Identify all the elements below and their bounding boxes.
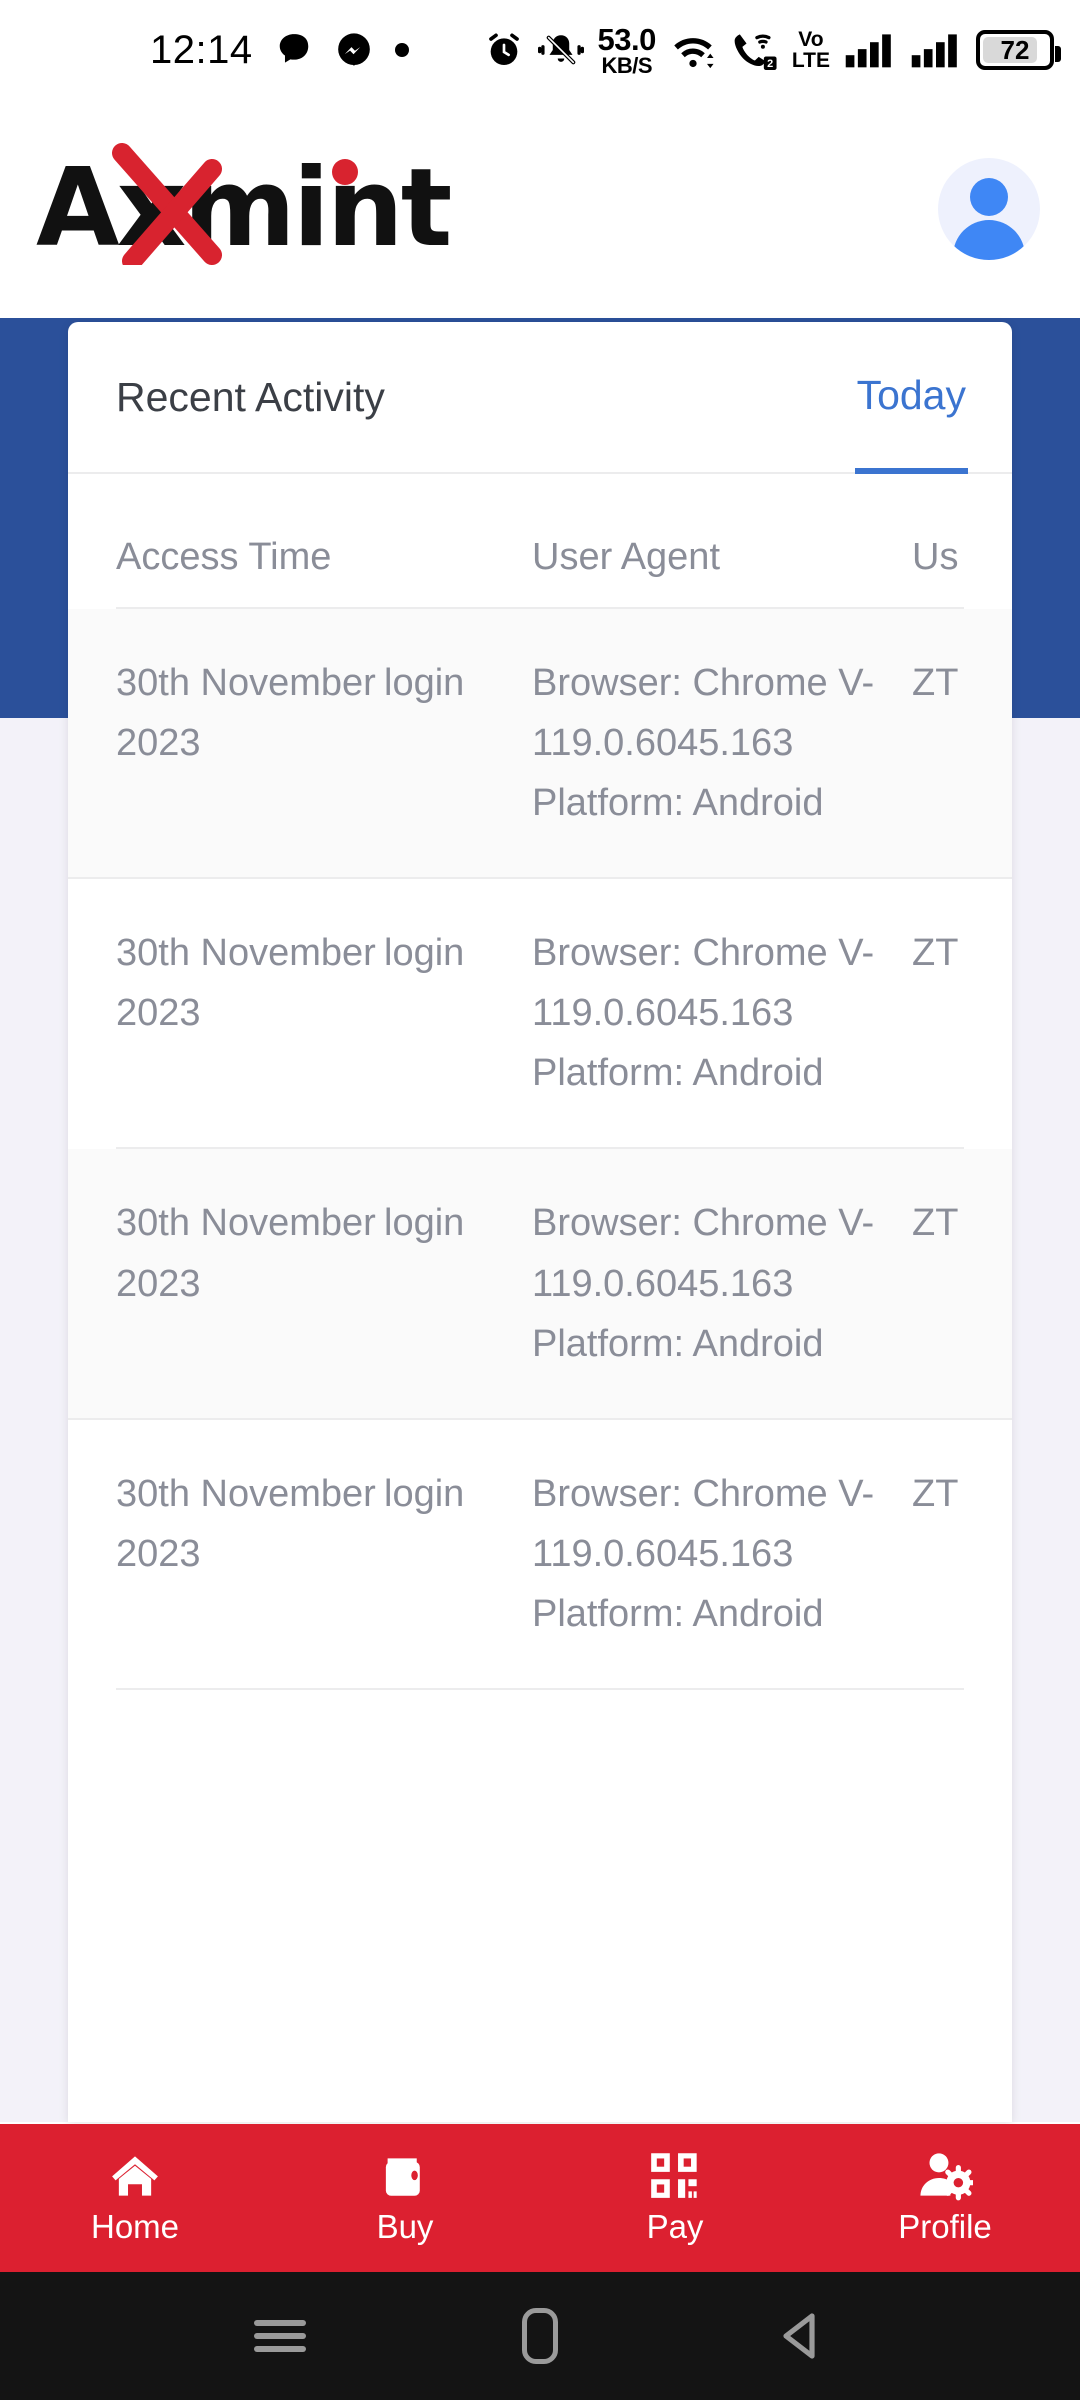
user-gear-icon [917,2150,973,2202]
battery-percent: 72 [1000,34,1030,65]
cell-action: login [384,1472,465,1515]
cell-user-agent: Browser: Chrome V-119.0.6045.163 Platfor… [532,1472,875,1635]
table-row[interactable]: 30th November 2023 login Browser: Chrome… [116,879,964,1150]
cell-user-agent: Browser: Chrome V-119.0.6045.163 Platfor… [532,932,875,1095]
table-header-row: Access Time User Agent Us [116,474,964,610]
table-row[interactable]: 30th November 2023 login Browser: Chrome… [116,1420,964,1690]
bell-muted-icon [537,35,584,65]
volte-icon: Vo LTE [792,29,830,71]
card-header: Recent Activity Today [68,322,1012,474]
logo-dot-icon [332,159,358,185]
table-row[interactable]: 30th November 2023 login Browser: Chrome… [68,1149,1012,1420]
avatar[interactable] [938,158,1040,260]
cell-user: ZT [912,1472,959,1515]
nav-label-profile: Profile [898,2208,992,2245]
svg-text:2: 2 [767,58,773,70]
column-header-user: Us [912,536,959,578]
volte-line-2: LTE [791,49,830,72]
battery-icon: 72 [976,30,1061,70]
nav-item-buy[interactable]: Buy [270,2150,540,2246]
avatar-body-icon [953,220,1025,260]
cell-access-time: 30th November 2023 [116,932,376,1035]
chat-bubble-icon [279,34,308,63]
cell-user-agent: Browser: Chrome V-119.0.6045.163 Platfor… [532,1202,875,1365]
cell-user-agent: Browser: Chrome V-119.0.6045.163 Platfor… [532,662,875,825]
signal-icon [911,34,957,68]
messenger-icon [337,33,370,66]
nav-label-buy: Buy [376,2208,434,2245]
column-header-access-time: Access Time [116,536,332,578]
avatar-head-icon [970,178,1008,216]
activity-table: Access Time User Agent Us 30th November … [68,474,1012,1690]
network-speed-unit: KB/S [601,52,652,78]
cell-user: ZT [912,932,959,975]
home-icon [107,2150,163,2202]
nav-item-pay[interactable]: Pay [540,2150,810,2246]
status-bar-right: 53.0 KB/S 2 Vo LTE 72 [484,21,1061,78]
app-logo[interactable]: Axmint [36,143,452,271]
home-icon[interactable] [505,2301,575,2371]
bottom-navigation: Home Buy Pay Profile [0,2124,1080,2272]
cell-action: login [384,662,465,705]
app-logo-text: Axmint [36,146,452,271]
cell-access-time: 30th November 2023 [116,1472,376,1575]
signal-icon [845,34,891,68]
cell-user: ZT [912,1202,959,1245]
recent-activity-card: Recent Activity Today Access Time User A… [68,322,1012,2122]
cell-user: ZT [912,662,959,705]
back-icon[interactable] [765,2301,835,2371]
network-speed-indicator: 53.0 KB/S [597,21,657,78]
column-header-user-agent: User Agent [532,536,720,578]
wifi-calling-icon: 2 [734,34,777,70]
cell-access-time: 30th November 2023 [116,662,376,765]
tab-today[interactable]: Today [854,322,968,474]
app-header: Axmint [0,100,1080,318]
nav-item-profile[interactable]: Profile [810,2150,1080,2246]
page-title: Recent Activity [116,373,385,420]
volte-line-1: Vo [798,28,824,51]
table-row[interactable]: 30th November 2023 login Browser: Chrome… [68,609,1012,880]
nav-label-pay: Pay [646,2208,704,2245]
cell-access-time: 30th November 2023 [116,1202,376,1305]
wifi-icon [674,38,714,69]
status-bar-clock: 12:14 [150,27,253,72]
dot-icon [394,43,409,57]
column-header-action [384,532,532,583]
nav-label-home: Home [90,2208,180,2245]
status-bar-left: 12:14 [150,28,409,73]
nav-item-home[interactable]: Home [0,2150,270,2246]
cell-action: login [384,932,465,975]
alarm-icon [488,33,519,65]
recents-icon[interactable] [245,2301,315,2371]
wallet-icon [377,2150,433,2202]
status-bar: 12:14 53.0 KB/S 2 Vo LTE 72 [0,0,1080,100]
phone-screen: 12:14 53.0 KB/S 2 Vo LTE 72 Axmint Recen… [0,0,1080,2400]
cell-action: login [384,1202,465,1245]
android-navigation-bar [0,2272,1080,2400]
network-speed-value: 53.0 [597,21,657,57]
qr-code-icon [647,2150,703,2202]
